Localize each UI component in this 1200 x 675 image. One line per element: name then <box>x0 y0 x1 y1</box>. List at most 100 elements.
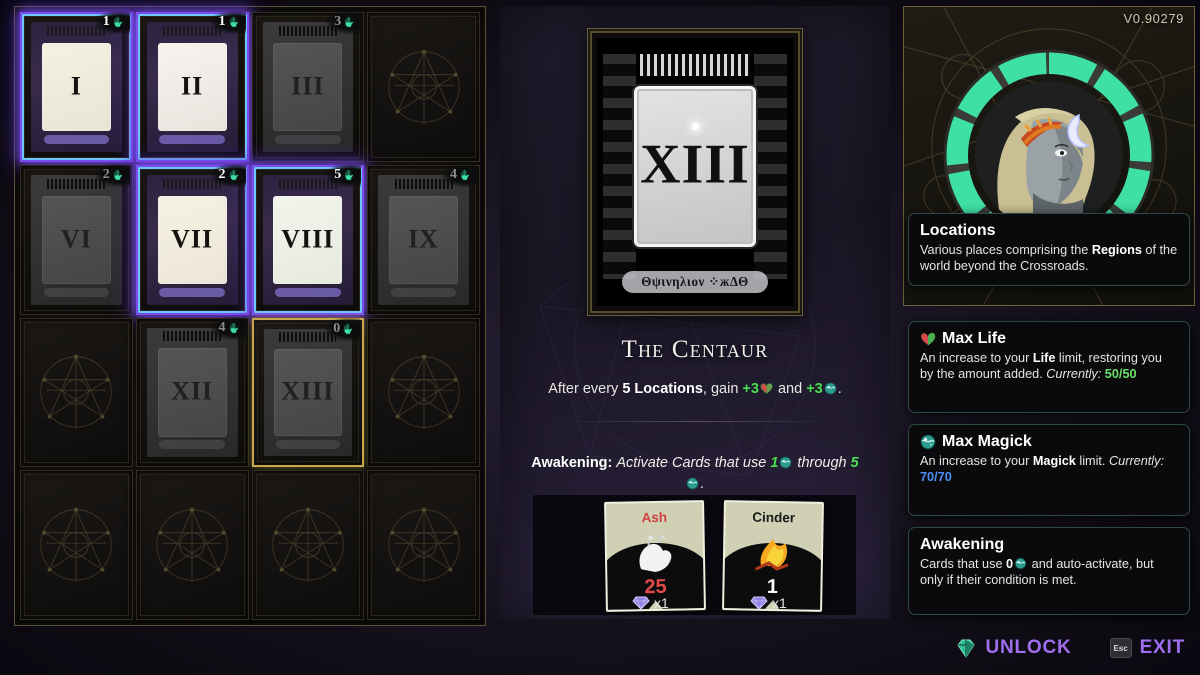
tooltip-body-1: An increase to your <box>920 351 1033 365</box>
card-slot-4[interactable] <box>367 12 480 162</box>
card-face: XII <box>146 327 238 458</box>
card-name-banner <box>390 287 457 297</box>
card-face: XIII <box>263 328 353 457</box>
card-slot-10[interactable]: XII 4 <box>135 316 249 468</box>
card-slot-14[interactable] <box>135 470 249 620</box>
card-name-banner <box>159 287 225 297</box>
card-grid-panel: I 1 II 1 III 3 VI 2 VII 2 VIII 5 IX 4 XII 4 XIII 0 <box>14 6 486 626</box>
card-slot-11[interactable]: XIII 0 <box>251 317 365 468</box>
card-cost-value: 4 <box>450 166 457 182</box>
card-cost-badge: 4 <box>210 316 246 340</box>
pentagram-icon <box>32 501 120 589</box>
magick-max: 70 <box>937 470 952 485</box>
card-slot-8[interactable]: IX 4 <box>367 163 480 315</box>
magick-icon <box>686 477 699 490</box>
bottom-actions: UNLOCK Esc EXIT <box>903 628 1195 668</box>
gem-icon <box>955 637 977 659</box>
card-cost-value: 2 <box>218 166 226 182</box>
gem-icon <box>631 596 651 610</box>
card-slot-13[interactable] <box>20 470 133 620</box>
card-roman-numeral: XIII <box>281 376 335 406</box>
desc-bold: 5 Locations <box>622 381 703 397</box>
card-face: III <box>262 22 354 152</box>
card-cost-value: 1 <box>218 14 226 29</box>
tooltip-title: Locations <box>920 222 996 239</box>
card-slot-inner <box>371 16 476 158</box>
tooltip-body-bold: Magick <box>1032 454 1076 468</box>
life-current: 50 <box>1104 367 1119 382</box>
tooltip-body: Various places comprising the Regions of… <box>920 242 1178 275</box>
tooltip-locations: Locations Various places comprising the … <box>908 213 1190 286</box>
version-label: V0.90279 <box>1123 11 1184 26</box>
gem-icon <box>749 596 769 610</box>
featured-card-description: After every 5 Locations, gain +3 and +3. <box>520 380 870 400</box>
tooltip-body: An increase to your Magick limit. Curren… <box>920 453 1178 486</box>
cinder-icon <box>747 529 800 576</box>
desc-prefix: After every <box>548 381 623 397</box>
tooltip-max-magick: Max Magick An increase to your Magick li… <box>908 424 1190 516</box>
card-cost-badge: 3 <box>326 11 362 34</box>
featured-card[interactable]: XIII Θψινηλιον ⁘жΔΘ <box>587 28 803 316</box>
side-panel: V0.90279 Locations Various places compri… <box>903 6 1195 622</box>
magick-icon <box>1014 557 1027 570</box>
tooltip-body-2: limit. <box>1075 454 1109 468</box>
gem-cost-cinder: x1 <box>749 595 787 611</box>
card-slot-9[interactable] <box>20 317 133 468</box>
exit-button[interactable]: Esc EXIT <box>1109 637 1185 659</box>
card-cost-badge: 0 <box>325 317 361 341</box>
card-face: VII <box>146 174 238 305</box>
card-slot-inner <box>371 321 476 464</box>
featured-card-art: XIII Θψινηλιον ⁘жΔΘ <box>597 38 793 306</box>
card-slot-inner <box>255 474 361 616</box>
cost-name: Ash <box>641 509 668 526</box>
card-face: IX <box>378 174 469 305</box>
card-cost-badge: 2 <box>94 163 130 187</box>
card-slot-inner <box>24 474 129 616</box>
awakening-value-2: 5 <box>850 455 859 471</box>
card-slot-2[interactable]: II 1 <box>135 11 249 162</box>
tooltip-currently-label: Currently: <box>1046 367 1105 382</box>
hand-icon <box>228 321 242 335</box>
card-roman-numeral: VII <box>171 224 214 254</box>
card-slot-inner <box>371 474 476 616</box>
tooltip-body-bold: Regions <box>1091 243 1142 257</box>
hand-icon <box>228 168 242 182</box>
card-roman-numeral: VI <box>60 224 92 254</box>
awakening-label: Awakening <box>531 455 608 471</box>
card-slot-3[interactable]: III 3 <box>251 11 365 162</box>
tooltip-max-life: Max Life An increase to your Life limit,… <box>908 321 1190 413</box>
esc-key-badge: Esc <box>1109 638 1132 658</box>
tooltip-header: Max Life <box>920 330 1178 348</box>
card-slot-inner: VII <box>139 168 245 311</box>
card-slot-6[interactable]: VII 2 <box>135 163 249 315</box>
hand-icon <box>228 15 242 29</box>
card-frame-right-ornament <box>753 54 788 280</box>
game-screen: I 1 II 1 III 3 VI 2 VII 2 VIII 5 IX 4 XII 4 XIII 0 <box>0 0 1200 675</box>
unlock-button[interactable]: UNLOCK <box>955 637 1071 659</box>
card-slot-15[interactable] <box>251 470 365 620</box>
card-slot-inner <box>24 321 129 464</box>
card-slot-5[interactable]: VI 2 <box>20 163 133 315</box>
card-slot-1[interactable]: I1 <box>20 11 133 162</box>
card-cost-value: 4 <box>218 319 226 335</box>
card-slot-7[interactable]: VIII 5 <box>251 163 365 315</box>
pentagram-icon <box>380 43 468 131</box>
card-sparkle <box>691 123 699 131</box>
card-slot-12[interactable] <box>367 317 480 468</box>
card-name-banner <box>43 134 110 144</box>
tooltip-title: Max Life <box>942 330 1007 347</box>
card-cost-value: 3 <box>334 14 342 29</box>
cost-strip: Ash 25 Cinder 1 x1 x1 <box>533 495 856 615</box>
pentagram-icon <box>380 348 468 436</box>
awakening-description: Awakening: Activate Cards that use 1 thr… <box>528 453 862 495</box>
card-name-banner <box>275 287 341 297</box>
pentagram-icon <box>380 501 468 589</box>
card-slot-inner: I <box>24 16 129 158</box>
card-name-glyphs: Θψινηλιον ⁘жΔΘ <box>641 273 749 289</box>
card-frame-left-ornament <box>602 54 637 280</box>
card-cost-value: 0 <box>333 320 341 336</box>
card-name-banner <box>275 134 341 144</box>
card-slot-16[interactable] <box>367 470 480 620</box>
desc-gain-life-value: +3 <box>742 381 759 397</box>
featured-card-title: The Centaur <box>621 336 769 363</box>
